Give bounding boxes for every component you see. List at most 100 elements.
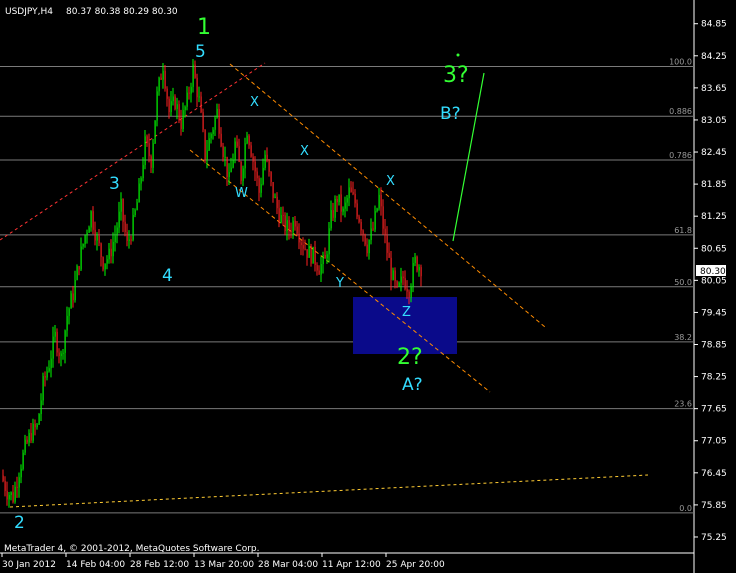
bull-candle-body	[280, 215, 282, 223]
wave-label: B?	[440, 104, 461, 124]
bull-candle-body	[32, 423, 34, 441]
bull-candle-body	[400, 276, 402, 283]
bull-candle-body	[346, 198, 348, 203]
bull-candle-body	[68, 308, 70, 316]
bull-candle-body	[212, 129, 214, 135]
bull-candle-body	[214, 117, 216, 130]
bull-candle-body	[342, 208, 344, 212]
bear-candle-body	[250, 145, 252, 157]
bull-candle-body	[70, 293, 72, 309]
bull-candle-body	[158, 77, 160, 92]
bear-candle-body	[220, 133, 222, 147]
bear-candle-body	[58, 352, 60, 357]
wave-label: 5	[195, 42, 206, 62]
bull-candle-body	[114, 235, 116, 243]
bull-candle-body	[8, 494, 10, 500]
time-tick-label: 30 Jan 2012	[2, 560, 56, 570]
bull-candle-body	[246, 135, 248, 144]
bull-candle-body	[414, 256, 416, 264]
bear-candle-body	[372, 228, 374, 230]
wave-label: 4	[162, 266, 173, 286]
bull-candle-body	[274, 196, 276, 198]
bear-candle-body	[204, 129, 206, 160]
copyright-footer: MetaTrader 4, © 2001-2012, MetaQuotes So…	[4, 544, 260, 554]
bear-candle-body	[402, 276, 404, 279]
time-axis: 30 Jan 2012 14 Feb 04:00 28 Feb 12:00 13 Ma…	[1, 553, 445, 570]
bull-candle-body	[370, 228, 372, 241]
bear-candle-body	[222, 146, 224, 158]
bull-candle-body	[176, 104, 178, 109]
bear-candle-body	[240, 161, 242, 181]
bear-candle-body	[178, 104, 180, 120]
bear-candle-body	[180, 119, 182, 129]
bull-candle-body	[192, 64, 194, 87]
bear-candle-body	[168, 98, 170, 113]
bear-candle-body	[306, 249, 308, 258]
bull-candle-body	[156, 91, 158, 121]
bear-candle-body	[388, 252, 390, 258]
bull-candle-body	[62, 352, 64, 354]
bull-candle-body	[74, 280, 76, 301]
time-tick-label: 11 Apr 12:00	[322, 560, 381, 570]
bear-candle-body	[314, 246, 316, 265]
price-tick-label: 78.25	[701, 373, 727, 383]
bull-candle-body	[84, 235, 86, 244]
bear-candle-body	[12, 492, 14, 502]
price-tick-label: 77.65	[701, 405, 727, 415]
bull-candle-body	[210, 134, 212, 139]
bear-candle-body	[394, 270, 396, 282]
bull-candle-body	[66, 315, 68, 331]
bear-candle-body	[276, 196, 278, 209]
bull-candle-body	[142, 165, 144, 179]
wave-label: X	[250, 95, 259, 110]
fib-level-label: 61.8	[674, 226, 692, 235]
bear-candle-body	[238, 146, 240, 162]
bull-candle-body	[308, 245, 310, 258]
bear-candle-body	[408, 291, 410, 298]
time-tick-label: 25 Apr 20:00	[386, 560, 445, 570]
bear-candle-body	[26, 439, 28, 443]
bull-candle-body	[108, 248, 110, 260]
wave-label: 3	[109, 174, 120, 194]
bull-candle-body	[162, 70, 164, 80]
fib-level-label: 100.0	[669, 57, 692, 66]
wave-label: 2?	[397, 345, 423, 370]
bear-candle-body	[288, 220, 290, 232]
bear-candle-body	[360, 221, 362, 231]
wave-label: 1	[197, 15, 211, 40]
bear-candle-body	[202, 112, 204, 130]
bull-candle-body	[144, 136, 146, 166]
bear-candle-body	[122, 199, 124, 222]
bear-candle-body	[174, 96, 176, 109]
bear-candle-body	[268, 160, 270, 172]
bull-candle-body	[322, 255, 324, 265]
price-tick-label: 80.65	[701, 244, 727, 254]
bear-candle-body	[44, 376, 46, 378]
bull-candle-body	[54, 331, 56, 337]
bear-candle-body	[2, 475, 4, 482]
bear-candle-body	[390, 257, 392, 280]
bull-candle-body	[22, 452, 24, 469]
price-tick-label: 82.45	[701, 148, 727, 158]
bear-candle-body	[420, 267, 422, 277]
bear-candle-body	[126, 232, 128, 241]
bull-candle-body	[234, 141, 236, 161]
bear-candle-body	[100, 243, 102, 258]
bear-candle-body	[148, 143, 150, 157]
bear-candle-body	[124, 221, 126, 233]
bear-candle-body	[356, 203, 358, 217]
bull-candle-body	[328, 228, 330, 255]
bull-candle-body	[42, 376, 44, 401]
bull-candle-body	[244, 143, 246, 169]
bear-candle-body	[362, 230, 364, 235]
bear-candle-body	[294, 220, 296, 227]
bull-candle-body	[38, 414, 40, 425]
bull-candle-body	[170, 101, 172, 113]
bear-candle-body	[290, 231, 292, 233]
bear-candle-body	[166, 88, 168, 99]
bear-candle-body	[34, 423, 36, 428]
ohlc-values: 80.37 80.38 80.29 80.30	[66, 7, 178, 17]
bull-candle-body	[348, 187, 350, 199]
bear-candle-body	[248, 135, 250, 146]
price-tick-label: 83.05	[701, 116, 727, 126]
